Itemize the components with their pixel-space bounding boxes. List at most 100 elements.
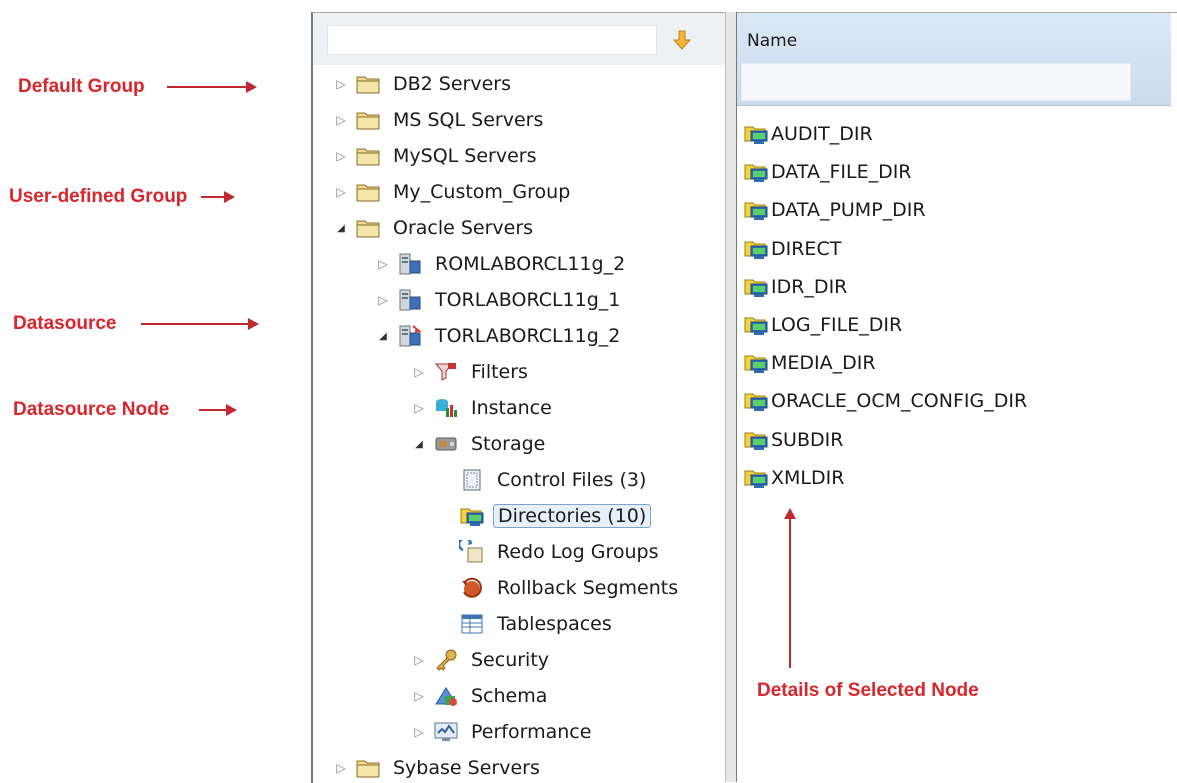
tree-node-mysql-servers[interactable]: ▷ MySQL Servers bbox=[331, 141, 540, 171]
directory-row[interactable]: DIRECT bbox=[743, 232, 841, 266]
expand-arrow-icon[interactable]: ▷ bbox=[409, 686, 429, 706]
tree-node-sybase-servers[interactable]: ▷ Sybase Servers bbox=[331, 753, 544, 783]
tree-node-label: ROMLABORCL11g_2 bbox=[435, 253, 626, 275]
arrow-right-icon bbox=[201, 191, 236, 203]
column-filter-input[interactable] bbox=[741, 63, 1131, 101]
callout-text: Datasource bbox=[13, 313, 117, 334]
expand-arrow-icon[interactable]: ▷ bbox=[409, 362, 429, 382]
expand-arrow-icon[interactable]: ▷ bbox=[373, 290, 393, 310]
directory-icon bbox=[743, 275, 769, 299]
rollback-icon bbox=[459, 576, 485, 600]
tree-node-filters[interactable]: ▷ Filters bbox=[409, 357, 532, 387]
arrow-right-icon bbox=[140, 318, 259, 330]
tree-node-label: Instance bbox=[471, 397, 552, 419]
tree-node-label: Oracle Servers bbox=[393, 217, 534, 239]
performance-monitor-icon bbox=[433, 720, 459, 744]
expand-arrow-icon[interactable]: ▷ bbox=[331, 110, 351, 130]
tree-node-security[interactable]: ▷ Security bbox=[409, 645, 553, 675]
tree-node-instance[interactable]: ▷ Instance bbox=[409, 393, 556, 423]
tree-node-schema[interactable]: ▷ Schema bbox=[409, 681, 551, 711]
expand-arrow-icon[interactable]: ▷ bbox=[331, 74, 351, 94]
expand-arrow-icon[interactable]: ▷ bbox=[331, 146, 351, 166]
tree-node-storage[interactable]: ◢ Storage bbox=[409, 429, 549, 459]
tree-node-label: MS SQL Servers bbox=[393, 109, 544, 131]
directory-icon bbox=[743, 389, 769, 413]
directory-row[interactable]: MEDIA_DIR bbox=[743, 346, 876, 380]
tree-node-my-custom-group[interactable]: ▷ My_Custom_Group bbox=[331, 177, 574, 207]
expand-arrow-icon[interactable]: ▷ bbox=[409, 398, 429, 418]
instance-icon bbox=[433, 396, 459, 420]
tree-node-torlaborcl11g-2[interactable]: ◢ TORLABORCL11g_2 bbox=[373, 321, 624, 351]
expand-arrow-icon[interactable]: ▷ bbox=[409, 650, 429, 670]
storage-icon bbox=[433, 432, 459, 456]
directory-row[interactable]: XMLDIR bbox=[743, 461, 844, 495]
directory-name: DATA_FILE_DIR bbox=[771, 161, 912, 184]
tree-node-directories-10[interactable]: Directories (10) bbox=[455, 501, 652, 531]
directory-row[interactable]: LOG_FILE_DIR bbox=[743, 308, 902, 342]
expand-arrow-icon[interactable]: ▷ bbox=[373, 254, 393, 274]
details-header: Name bbox=[737, 13, 1171, 106]
directory-row[interactable]: DATA_PUMP_DIR bbox=[743, 193, 926, 227]
callout-text: Default Group bbox=[18, 76, 145, 97]
directory-icon bbox=[743, 122, 769, 146]
tree-search-input[interactable] bbox=[327, 25, 657, 55]
tree-node-performance[interactable]: ▷ Performance bbox=[409, 717, 595, 747]
callout-user-defined-group: User-defined Group bbox=[0, 186, 236, 208]
directory-name: DIRECT bbox=[771, 237, 842, 260]
sort-down-arrow-icon[interactable] bbox=[671, 29, 693, 51]
column-header-name[interactable]: Name bbox=[747, 31, 797, 51]
folder-icon bbox=[355, 216, 381, 240]
database-server-connected-icon bbox=[397, 324, 423, 348]
tree-node-romlaborcl11g-2[interactable]: ▷ ROMLABORCL11g_2 bbox=[373, 249, 629, 279]
directory-name: LOG_FILE_DIR bbox=[771, 314, 903, 336]
tree-node-label: Sybase Servers bbox=[393, 757, 540, 779]
directory-icon bbox=[743, 351, 769, 375]
schema-icon bbox=[433, 684, 459, 708]
tree-node-oracle-servers[interactable]: ◢ Oracle Servers bbox=[331, 213, 537, 243]
tree-node-label: Tablespaces bbox=[497, 613, 612, 635]
database-server-icon bbox=[397, 288, 423, 312]
control-files-icon bbox=[459, 468, 485, 492]
folder-icon bbox=[355, 144, 381, 168]
tree-node-torlaborcl11g-1[interactable]: ▷ TORLABORCL11g_1 bbox=[373, 285, 624, 315]
callout-default-group: Default Group bbox=[0, 76, 257, 98]
collapse-arrow-icon[interactable]: ◢ bbox=[373, 326, 393, 346]
callout-details-of-selected-node bbox=[776, 506, 796, 668]
directory-row[interactable]: AUDIT_DIR bbox=[743, 117, 873, 151]
expand-arrow-icon[interactable]: ▷ bbox=[409, 722, 429, 742]
details-panel: Name AUDIT_DIR DATA_FILE_DIR DATA_PUMP_DIR… bbox=[737, 12, 1177, 783]
directory-icon bbox=[743, 313, 769, 337]
directory-row[interactable]: DATA_FILE_DIR bbox=[743, 155, 912, 189]
folder-icon bbox=[355, 180, 381, 204]
tablespace-icon bbox=[459, 612, 485, 636]
expand-arrow-icon[interactable]: ▷ bbox=[331, 758, 351, 778]
key-icon bbox=[433, 648, 459, 672]
tree-node-ms-sql-servers[interactable]: ▷ MS SQL Servers bbox=[331, 105, 547, 135]
tree-node-label: Schema bbox=[471, 685, 548, 707]
directory-icon bbox=[743, 160, 769, 184]
callout-datasource: Datasource bbox=[0, 313, 259, 335]
tree-node-label: My_Custom_Group bbox=[393, 181, 571, 203]
directory-name: XMLDIR bbox=[771, 466, 845, 489]
directory-row[interactable]: ORACLE_OCM_CONFIG_DIR bbox=[743, 384, 1027, 418]
arrow-up-line bbox=[789, 518, 791, 668]
directory-row[interactable]: IDR_DIR bbox=[743, 270, 847, 304]
tree-node-tablespaces[interactable]: Tablespaces bbox=[455, 609, 616, 639]
callout-text: Details of Selected Node bbox=[757, 680, 979, 701]
directory-row[interactable]: SUBDIR bbox=[743, 423, 843, 457]
directory-name: ORACLE_OCM_CONFIG_DIR bbox=[771, 390, 1028, 413]
collapse-arrow-icon[interactable]: ◢ bbox=[331, 218, 351, 238]
collapse-arrow-icon[interactable]: ◢ bbox=[409, 434, 429, 454]
expand-arrow-icon[interactable]: ▷ bbox=[331, 182, 351, 202]
tree-node-rollback-segments[interactable]: Rollback Segments bbox=[455, 573, 682, 603]
redo-log-icon bbox=[457, 537, 485, 564]
directory-icon bbox=[743, 428, 769, 452]
navigator-tree-panel: ▷ DB2 Servers ▷ MS SQL Servers ▷ MySQL Server… bbox=[311, 12, 727, 783]
tree-node-db2-servers[interactable]: ▷ DB2 Servers bbox=[331, 69, 515, 99]
tree-node-control-files-3[interactable]: Control Files (3) bbox=[455, 465, 650, 495]
filter-funnel-icon bbox=[433, 360, 459, 384]
directory-icon bbox=[743, 466, 769, 490]
callout-datasource-node: Datasource Node bbox=[0, 399, 238, 421]
tree-node-redo-log-groups[interactable]: Redo Log Groups bbox=[455, 537, 662, 567]
tree-node-label: TORLABORCL11g_1 bbox=[435, 289, 621, 311]
